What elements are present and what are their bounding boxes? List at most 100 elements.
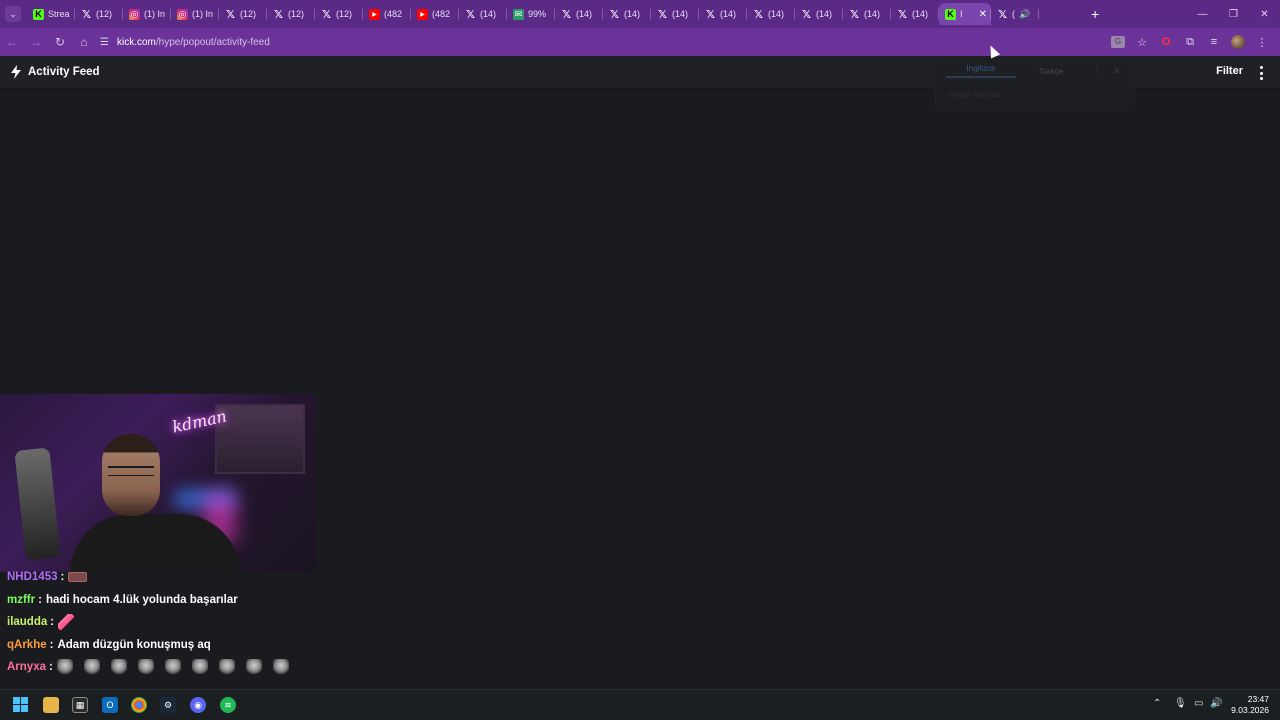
microphone-icon[interactable]: 🎙 [1174,698,1187,709]
profile-avatar[interactable] [1231,35,1245,49]
store-icon[interactable]: ▦ [72,697,88,713]
close-window-button[interactable]: ✕ [1249,9,1280,20]
tab-last[interactable]: 𝕏 ( 🔊 [991,3,1039,25]
tab-active[interactable]: K I ✕ [939,3,991,25]
tab-item[interactable]: 𝕏 (14) [459,3,507,25]
chrome-icon[interactable] [131,697,147,713]
url-field[interactable]: ☰ kick.com/hype/popout/activity-feed [100,31,1130,53]
extensions-icon[interactable]: ⧉ [1178,36,1202,49]
x-icon: 𝕏 [274,8,283,21]
youtube-icon: ▶ [369,8,380,20]
tab-item[interactable]: 𝕏 (14) [699,3,747,25]
chat-separator: : [38,593,42,606]
tab-search-button[interactable]: ⌄ [5,6,21,22]
x-icon: 𝕏 [658,8,667,21]
chat-username[interactable]: Arnyxa [7,661,46,673]
tab-label: I [960,9,963,19]
x-icon: 𝕏 [850,8,859,21]
tab-item[interactable]: 𝕏 (14) [891,3,939,25]
tab-item[interactable]: 𝕏 (14) [795,3,843,25]
tab-label: (12) [96,9,113,19]
tab-item[interactable]: 𝕏 (14) [747,3,795,25]
clock-date: 9.03.2026 [1231,705,1269,715]
media-controls-icon[interactable]: ≡ [1202,36,1226,48]
x-icon: 𝕏 [562,8,571,21]
chat-separator: : [60,571,65,584]
tab-item[interactable]: K Strea [27,3,75,25]
site-info-icon[interactable]: ☰ [100,37,109,48]
skull-emote-icon [83,659,100,676]
tab-label: 99% [528,9,547,19]
windows-start-icon[interactable] [13,697,29,713]
x-icon: 𝕏 [226,8,235,21]
tab-item[interactable]: 𝕏 (14) [843,3,891,25]
chat-username[interactable]: mzffr [7,594,35,606]
tab-label: Strea [48,9,70,19]
close-tab-icon[interactable]: ✕ [979,9,987,20]
translate-more-icon[interactable]: ⋮ [1092,66,1101,77]
skull-emote-icon [110,659,127,676]
chevron-up-icon[interactable]: ⌃ [1153,698,1161,709]
spotify-icon[interactable]: ≋ [220,697,236,713]
outlook-icon[interactable]: O [102,697,118,713]
skull-emote-icon [164,659,181,676]
translate-icon[interactable]: G [1111,36,1125,48]
tab-item[interactable]: 𝕏 (12) [219,3,267,25]
chat-username[interactable]: qArkhe [7,639,47,651]
display-icon[interactable]: ▭ [1194,698,1203,709]
tab-label: (14) [864,9,881,19]
bookmark-star-icon[interactable]: ☆ [1130,36,1154,49]
chat-list: NHD1453: mzffr: hadi hocam 4.lük yolunda b… [7,566,327,679]
tab-item[interactable]: 𝕏 (14) [651,3,699,25]
tab-item[interactable]: ◎ (1) In [123,3,171,25]
tab-label: (12) [288,9,305,19]
volume-icon[interactable]: 🔊 [1210,698,1222,709]
tab-label: (14) [768,9,785,19]
tab-label: (12) [336,9,353,19]
x-icon: 𝕏 [706,8,715,21]
page-title: Activity Feed [28,66,100,78]
tab-item[interactable]: ✉ 99% [507,3,555,25]
x-icon: 𝕏 [322,8,331,21]
speaker-icon[interactable]: 🔊 [1019,9,1030,20]
tab-item[interactable]: 𝕏 (12) [267,3,315,25]
minimize-button[interactable]: — [1187,9,1218,20]
tab-item[interactable]: ▶ (482 [363,3,411,25]
skull-emote-icon [56,659,73,676]
clock[interactable]: 23:47 9.03.2026 [1231,694,1269,716]
discord-icon[interactable]: ◉ [190,697,206,713]
toolbar-icons: G ☆ O ⧉ ≡ ⋮ [1106,28,1274,56]
opera-extension-icon[interactable]: O [1154,36,1178,48]
reload-button[interactable]: ↻ [48,35,72,49]
tab-label: (14) [576,9,593,19]
new-tab-button[interactable]: + [1091,6,1099,22]
translate-footer: Google Translate [948,92,1002,99]
more-options-icon[interactable] [1256,66,1266,80]
restore-button[interactable]: ❐ [1218,9,1249,20]
tab-item[interactable]: ▶ (482 [411,3,459,25]
filter-button[interactable]: Filter [1216,65,1243,77]
chat-username[interactable]: NHD1453 [7,571,58,583]
kick-icon: K [945,8,956,20]
x-icon: 𝕏 [610,8,619,21]
tab-item[interactable]: 𝕏 (12) [75,3,123,25]
back-button[interactable]: ← [0,35,24,49]
steam-icon[interactable]: ⚙ [160,697,176,713]
tab-item[interactable]: 𝕏 (14) [603,3,651,25]
home-button[interactable]: ⌂ [72,35,96,49]
x-icon: 𝕏 [998,8,1007,21]
target-language-tab[interactable]: Türkçe [1016,67,1086,76]
translate-close-icon[interactable]: ✕ [1113,66,1121,77]
tab-label: (482 [432,9,451,19]
forward-button[interactable]: → [24,35,48,49]
skull-emote-icon [137,659,154,676]
tab-item[interactable]: ◎ (1) In [171,3,219,25]
address-bar: ← → ↻ ⌂ ☰ kick.com/hype/popout/activity-… [0,28,1280,56]
tab-item[interactable]: 𝕏 (14) [555,3,603,25]
tab-label: (14) [912,9,929,19]
tab-item[interactable]: 𝕏 (12) [315,3,363,25]
chat-username[interactable]: ilaudda [7,616,47,628]
file-explorer-icon[interactable] [43,697,59,713]
source-language-tab[interactable]: İngilizce [946,64,1016,78]
browser-menu-icon[interactable]: ⋮ [1250,36,1274,49]
